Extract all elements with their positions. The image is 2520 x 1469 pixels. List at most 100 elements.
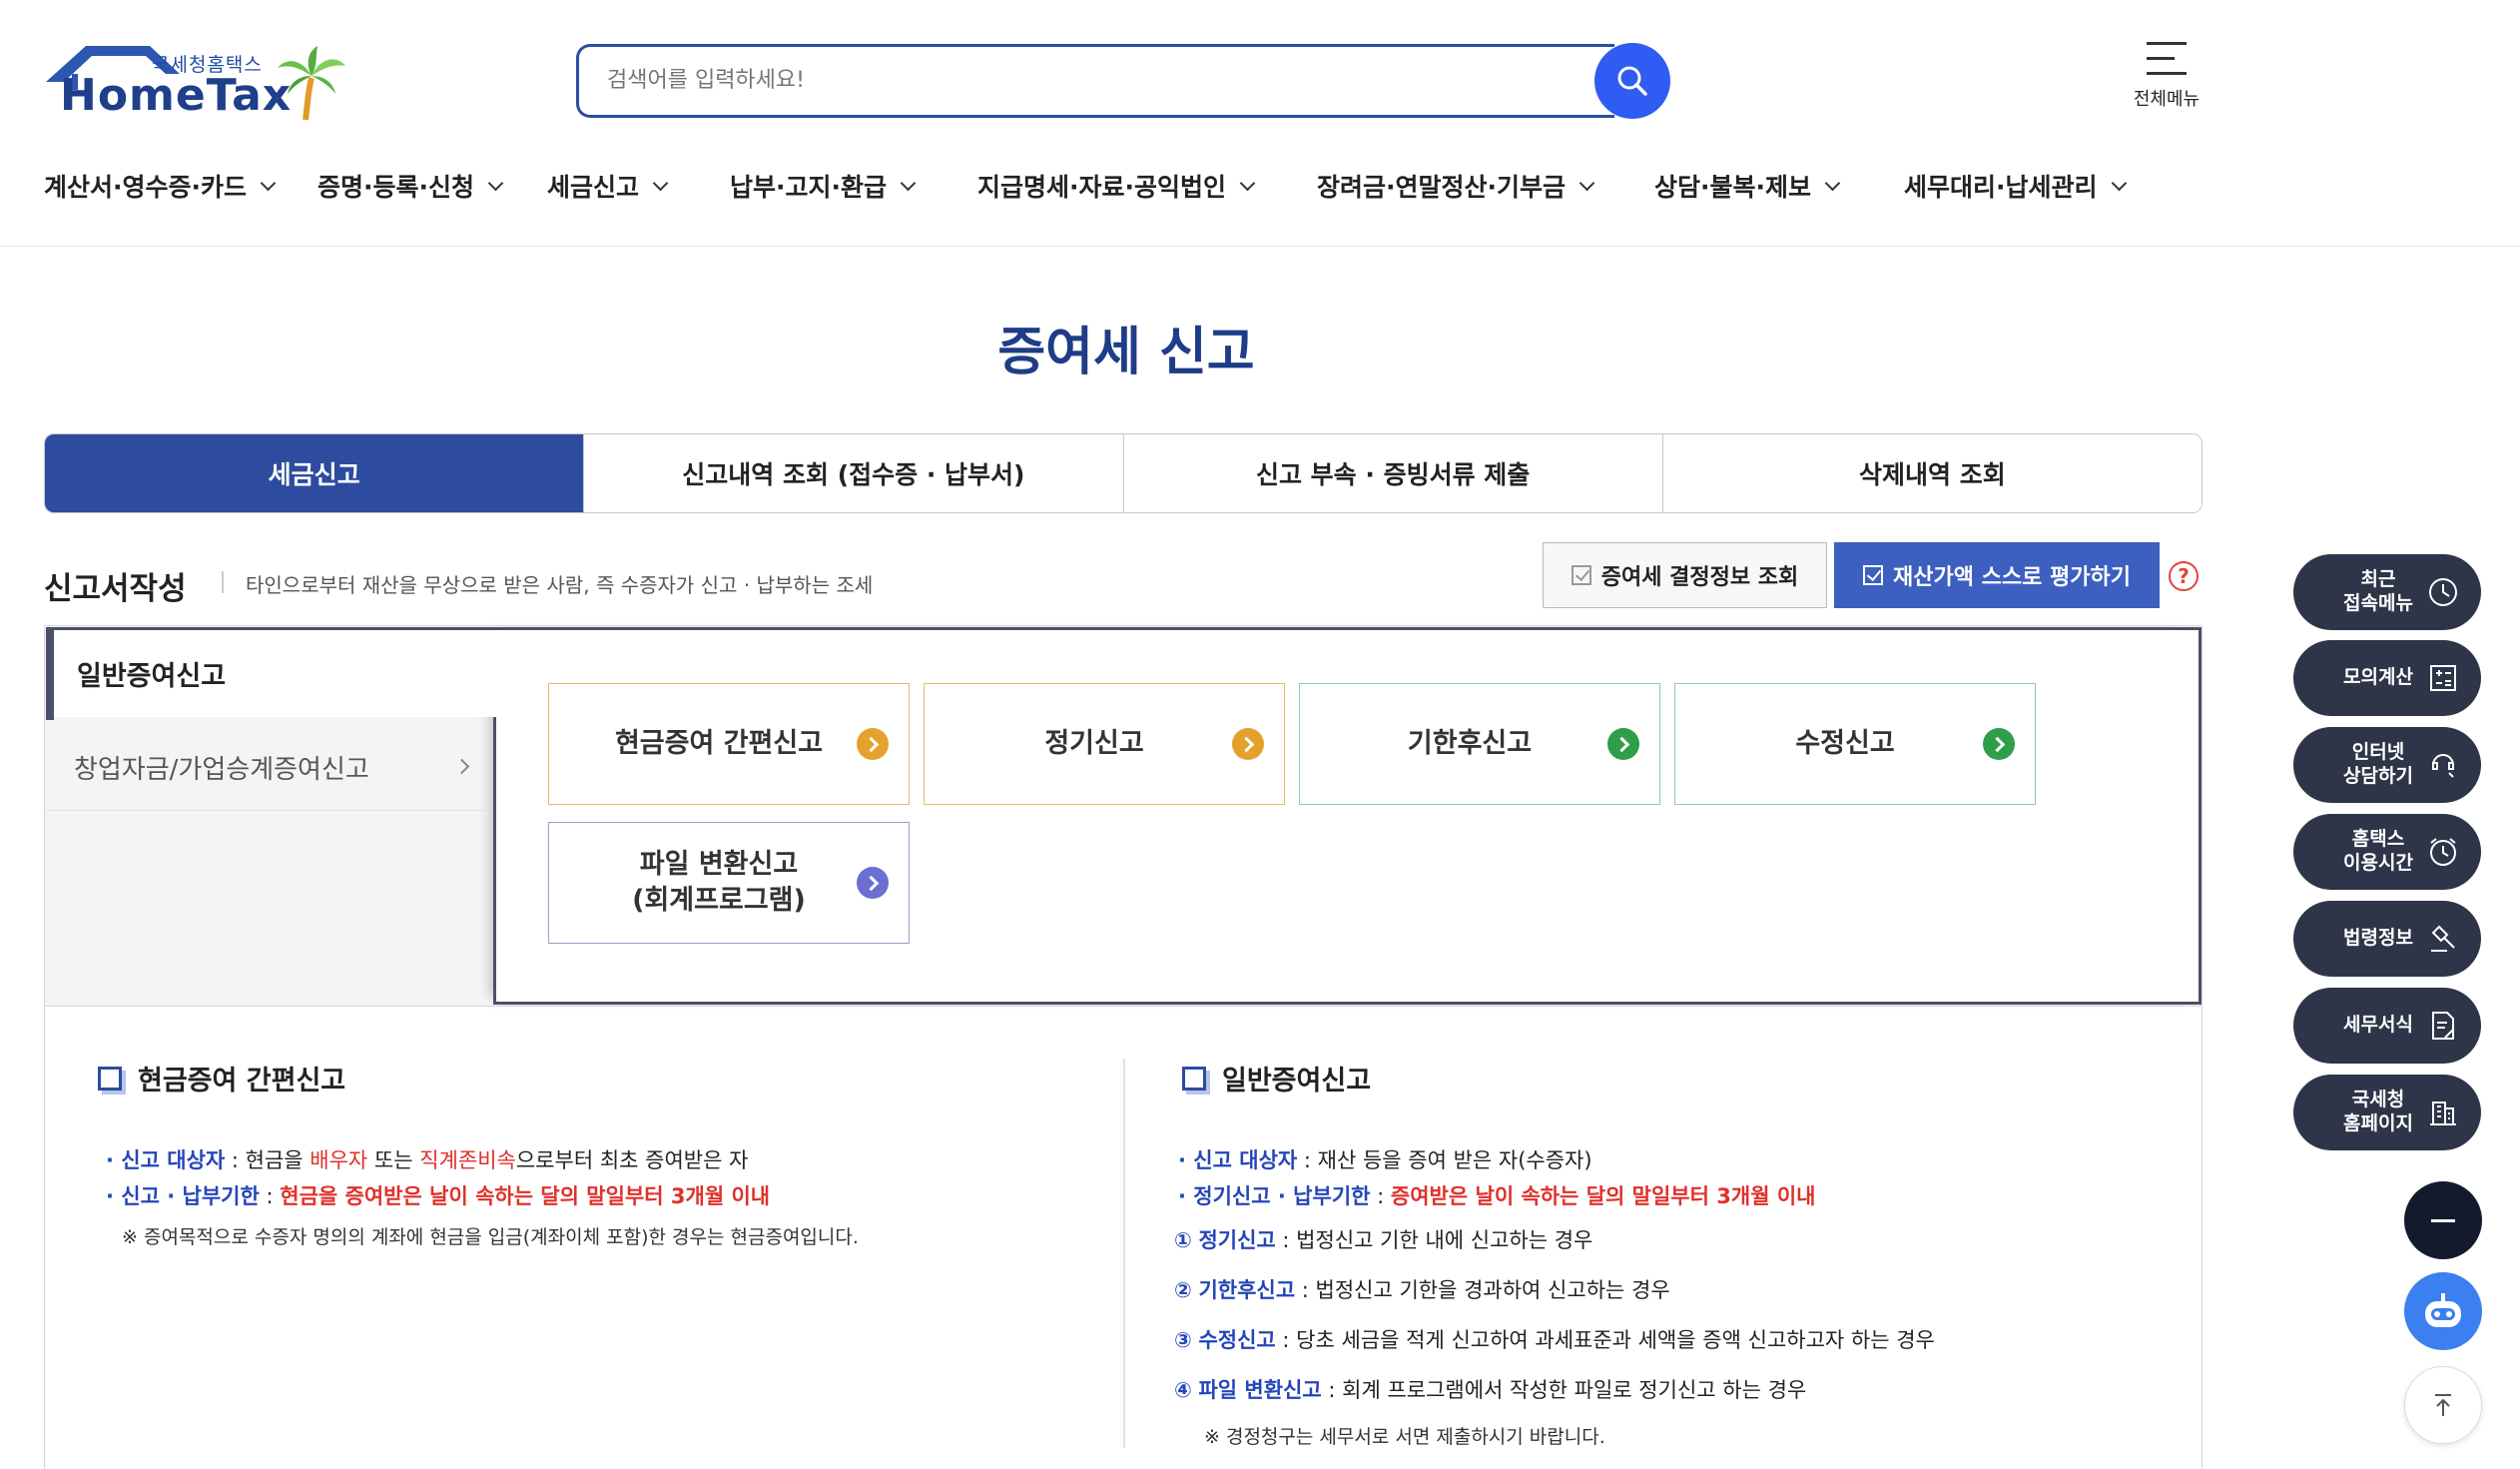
- info-text: : 현금을: [225, 1148, 311, 1172]
- gnb-item-invoice[interactable]: 계산서·영수증·카드: [44, 166, 277, 206]
- quick-label: 국세청: [2351, 1089, 2405, 1111]
- chevron-down-icon: [900, 175, 917, 191]
- quick-recent-menu[interactable]: 최근 접속메뉴: [2293, 554, 2481, 630]
- search-button[interactable]: [1594, 43, 1670, 119]
- arrow-right-icon: [1232, 728, 1264, 760]
- side-item-startup-gift[interactable]: 창업자금/가업승계증여신고: [46, 725, 485, 811]
- info-right-item-2: ② 기한후신고 : 법정신고 기한을 경과하여 신고하는 경우: [1174, 1274, 1670, 1304]
- all-menu-button[interactable]: 전체메뉴: [2117, 42, 2216, 122]
- chevron-down-icon: [2111, 175, 2127, 191]
- info-right-line-2: · 정기신고 · 납부기한 : 증여받은 날이 속하는 달의 말일부터 3개월 …: [1178, 1184, 1816, 1208]
- info-text: 으로부터 최초 증여받은 자: [515, 1148, 749, 1172]
- gnb-label: 세금신고: [547, 173, 640, 202]
- info-title-text: 현금증여 간편신고: [138, 1066, 346, 1097]
- item-number: ④: [1174, 1378, 1192, 1402]
- quick-tax-forms[interactable]: 세무서식: [2293, 988, 2481, 1064]
- gnb-item-certificate[interactable]: 증명·등록·신청: [317, 166, 504, 206]
- quick-nts-homepage[interactable]: 국세청 홈페이지: [2293, 1075, 2481, 1150]
- info-text: : 법정신고 기한 내에 신고하는 경우: [1275, 1228, 1593, 1252]
- gnb-item-statements[interactable]: 지급명세·자료·공익법인: [977, 166, 1256, 206]
- tab-return-history[interactable]: 신고내역 조회 (접수증 · 납부서): [584, 434, 1124, 512]
- regular-filing-card[interactable]: 정기신고: [924, 683, 1285, 805]
- quick-label: 인터넷: [2351, 741, 2405, 764]
- amended-filing-card[interactable]: 수정신고: [1674, 683, 2036, 805]
- chevron-down-icon: [1239, 175, 1256, 191]
- gnb-label: 지급명세·자료·공익법인: [977, 173, 1227, 202]
- button-label: 증여세 결정정보 조회: [1600, 565, 1799, 590]
- info-right-item-4: ④ 파일 변환신고 : 회계 프로그램에서 작성한 파일로 정기신고 하는 경우: [1174, 1374, 1806, 1404]
- quick-label: 세무서식: [2343, 1014, 2413, 1037]
- chevron-down-icon: [652, 175, 669, 191]
- logo-title: HomeTax: [60, 70, 293, 121]
- info-right-item-1: ① 정기신고 : 법정신고 기한 내에 신고하는 경우: [1174, 1224, 1592, 1254]
- card-label: 파일 변환신고 (회계프로그램): [632, 847, 806, 920]
- item-number: ③: [1174, 1328, 1192, 1352]
- item-number: ①: [1174, 1228, 1192, 1252]
- info-text: : 회계 프로그램에서 작성한 파일로 정기신고 하는 경우: [1321, 1378, 1807, 1402]
- help-icon[interactable]: ?: [2169, 561, 2199, 591]
- chatbot-button[interactable]: [2404, 1272, 2482, 1350]
- section-title: 신고서작성: [44, 571, 187, 607]
- info-text: :: [259, 1184, 281, 1208]
- gnb-label: 계산서·영수증·카드: [44, 173, 247, 202]
- checkbox-icon: [1863, 565, 1884, 585]
- info-label: 신고 · 납부기한: [121, 1184, 260, 1208]
- checkbox-icon: [1571, 565, 1591, 585]
- info-label: 정기신고: [1198, 1228, 1276, 1252]
- late-filing-card[interactable]: 기한후신고: [1299, 683, 1660, 805]
- arrow-up-icon: [2435, 1394, 2451, 1416]
- quick-label: 법령정보: [2343, 927, 2413, 950]
- page-title: 증여세 신고: [997, 323, 1255, 382]
- gnb-item-agent[interactable]: 세무대리·납세관리: [1904, 166, 2127, 206]
- info-label: 정기신고 · 납부기한: [1193, 1184, 1371, 1208]
- tab-tax-return[interactable]: 세금신고: [45, 434, 585, 512]
- gnb-item-incentive[interactable]: 장려금·연말정산·기부금: [1317, 166, 1595, 206]
- info-right-item-3: ③ 수정신고 : 당초 세금을 적게 신고하여 과세표준과 세액을 증액 신고하…: [1174, 1324, 1935, 1354]
- info-left-line-1: · 신고 대상자 : 현금을 배우자 또는 직계존비속으로부터 최초 증여받은 …: [106, 1148, 749, 1172]
- arrow-right-icon: [857, 867, 889, 899]
- gavel-icon: [2431, 925, 2455, 952]
- quick-mock-calc[interactable]: 모의계산: [2293, 640, 2481, 716]
- chevron-down-icon: [1578, 175, 1595, 191]
- gnb-label: 납부·고지·환급: [730, 173, 888, 202]
- quick-service-hours[interactable]: 홈택스 이용시간: [2293, 814, 2481, 890]
- divider: [222, 571, 224, 593]
- arrow-right-icon: [1983, 728, 2015, 760]
- document-icon: [2432, 1012, 2454, 1040]
- info-title-text: 일반증여신고: [1222, 1066, 1372, 1097]
- chevron-down-icon: [260, 175, 277, 191]
- file-conversion-filing-card[interactable]: 파일 변환신고 (회계프로그램): [548, 822, 910, 944]
- card-label: 현금증여 간편신고: [614, 727, 824, 759]
- quick-menu-collapse-button[interactable]: [2404, 1181, 2482, 1259]
- all-menu-label: 전체메뉴: [2133, 89, 2201, 110]
- quick-label: 홈페이지: [2343, 1112, 2413, 1134]
- side-item-label: 창업자금/가업승계증여신고: [74, 755, 369, 785]
- gnb-item-payment[interactable]: 납부·고지·환급: [730, 166, 917, 206]
- quick-law-info[interactable]: 법령정보: [2293, 901, 2481, 977]
- side-item-general-gift[interactable]: 일반증여신고: [46, 627, 497, 720]
- gift-tax-decision-button[interactable]: 증여세 결정정보 조회: [1543, 542, 1827, 608]
- info-text: 또는: [367, 1148, 420, 1172]
- quick-label: 상담하기: [2343, 765, 2413, 787]
- tab-attachments[interactable]: 신고 부속 · 증빙서류 제출: [1123, 434, 1663, 512]
- quick-label: 모의계산: [2343, 666, 2413, 689]
- hometax-logo[interactable]: 국세청홈택스 HomeTax: [42, 40, 361, 130]
- info-label: 신고 대상자: [1193, 1148, 1298, 1172]
- gnb-item-tax-return[interactable]: 세금신고: [547, 166, 669, 206]
- cash-gift-simple-filing-card[interactable]: 현금증여 간편신고: [548, 683, 910, 805]
- self-evaluate-property-button[interactable]: 재산가액 스스로 평가하기: [1834, 542, 2160, 608]
- square-bullet-icon: [1182, 1066, 1206, 1091]
- gnb-label: 증명·등록·신청: [317, 173, 474, 202]
- quick-online-consult[interactable]: 인터넷 상담하기: [2293, 727, 2481, 803]
- search-icon: [1617, 66, 1647, 96]
- info-text: : 법정신고 기한을 경과하여 신고하는 경우: [1295, 1278, 1670, 1302]
- square-bullet-icon: [98, 1066, 122, 1091]
- tab-deleted-history[interactable]: 삭제내역 조회: [1662, 434, 2202, 512]
- info-highlight: 현금을 증여받은 날이 속하는 달의 말일부터 3개월 이내: [280, 1184, 771, 1208]
- info-right-title: 일반증여신고: [1182, 1059, 1371, 1098]
- search-bar: [576, 44, 1614, 118]
- scroll-top-button[interactable]: [2404, 1366, 2482, 1444]
- search-input[interactable]: [579, 47, 1478, 113]
- chevron-down-icon: [1824, 175, 1841, 191]
- gnb-item-consult[interactable]: 상담·불복·제보: [1654, 166, 1841, 206]
